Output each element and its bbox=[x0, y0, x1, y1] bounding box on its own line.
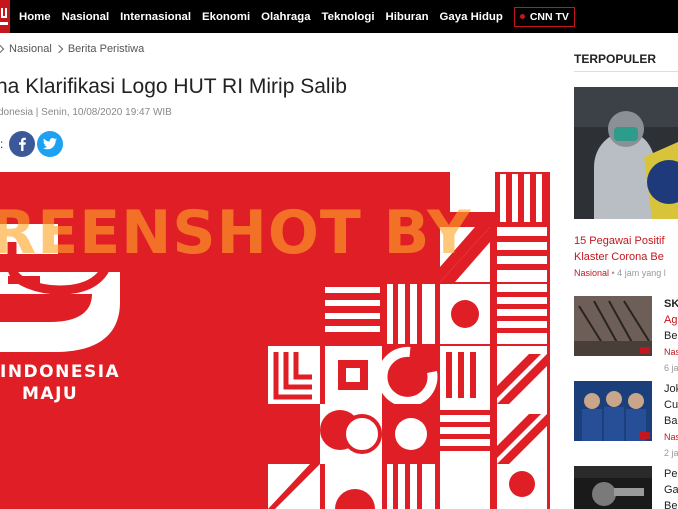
cnn-badge-icon bbox=[640, 432, 650, 439]
nav-item-internasional[interactable]: Internasional bbox=[120, 11, 191, 23]
hut-ri-75-logo-artwork: INDONESIA MAJU bbox=[0, 172, 547, 509]
popular-item-title-line1: Pe bbox=[664, 468, 678, 480]
popular-item-title-line2: Ga bbox=[664, 484, 678, 496]
logo-75-mark bbox=[0, 223, 120, 352]
popular-item-title-line3: Ba bbox=[664, 415, 678, 427]
top-story-title-line1: 15 Pegawai Positif bbox=[574, 235, 665, 247]
sidebar-divider bbox=[574, 71, 678, 72]
nav-item-ekonomi[interactable]: Ekonomi bbox=[202, 11, 250, 23]
popular-item[interactable]: Jok Cu Ba Nas 2 ja bbox=[574, 381, 678, 458]
top-story-time: • 4 jam yang l bbox=[609, 268, 666, 278]
nav-item-teknologi[interactable]: Teknologi bbox=[322, 11, 375, 23]
cnn-badge-icon bbox=[640, 347, 650, 354]
nav-item-home[interactable]: Home bbox=[19, 11, 51, 23]
popular-item-category[interactable]: Nas bbox=[664, 344, 678, 360]
twitter-share-button[interactable] bbox=[37, 131, 64, 157]
popular-item-title-line1: SK bbox=[664, 298, 678, 310]
live-dot-icon bbox=[519, 14, 525, 19]
popular-item-time: 2 ja bbox=[664, 448, 678, 458]
hazmat-worker-photo bbox=[574, 87, 678, 219]
popular-item-category[interactable]: Nas bbox=[664, 429, 678, 445]
nav-item-olahraga[interactable]: Olahraga bbox=[261, 11, 310, 23]
popular-item-title-line2: Cu bbox=[664, 399, 678, 411]
facebook-share-button[interactable] bbox=[9, 131, 36, 157]
nav-item-hiburan[interactable]: Hiburan bbox=[386, 11, 429, 23]
share-bar: : bbox=[0, 131, 65, 157]
logo-text-line1: INDONESIA bbox=[0, 362, 120, 382]
popular-item-title-line3: Be bbox=[664, 500, 678, 509]
popular-item[interactable]: Pe Ga Be bbox=[574, 466, 678, 509]
top-story-title-line2: Klaster Corona Be bbox=[574, 251, 664, 263]
top-navigation-bar: Home Nasional Internasional Ekonomi Olah… bbox=[0, 0, 678, 33]
popular-item-text: SK Ag Be Nas 6 ja bbox=[664, 296, 678, 376]
popular-item-thumbnail bbox=[574, 466, 652, 509]
article-meta: donesia | Senin, 10/08/2020 19:47 WIB bbox=[0, 107, 172, 118]
nav-menu: Home Nasional Internasional Ekonomi Olah… bbox=[19, 6, 575, 27]
nav-item-gaya-hidup[interactable]: Gaya Hidup bbox=[440, 11, 503, 23]
popular-item-time: 6 ja bbox=[664, 363, 678, 373]
breadcrumb: Nasional Berita Peristiwa bbox=[0, 43, 144, 55]
chevron-right-icon bbox=[54, 44, 64, 54]
popular-item-text: Pe Ga Be bbox=[664, 466, 678, 509]
facebook-icon bbox=[19, 137, 27, 151]
popular-item[interactable]: SK Ag Be Nas 6 ja bbox=[574, 296, 678, 373]
popular-item-thumbnail bbox=[574, 296, 652, 356]
popular-item-title-line1: Jok bbox=[664, 383, 678, 395]
top-story-meta: Nasional • 4 jam yang l bbox=[574, 268, 678, 278]
top-story-category[interactable]: Nasional bbox=[574, 268, 609, 278]
top-story-image[interactable] bbox=[574, 87, 678, 219]
cnn-tv-button[interactable]: CNN TV bbox=[513, 6, 575, 27]
share-label: : bbox=[0, 137, 4, 151]
twitter-icon bbox=[43, 138, 58, 150]
article-title: na Klarifikasi Logo HUT RI Mirip Salib bbox=[0, 75, 347, 98]
geometric-pattern bbox=[268, 172, 547, 509]
popular-item-title-line3: Be bbox=[664, 330, 678, 342]
breadcrumb-item-nasional[interactable]: Nasional bbox=[9, 43, 52, 55]
popular-item-thumbnail bbox=[574, 381, 652, 441]
logo-text-line2: MAJU bbox=[22, 384, 78, 404]
cnn-tv-label: CNN TV bbox=[529, 10, 569, 23]
popular-item-text: Jok Cu Ba Nas 2 ja bbox=[664, 381, 678, 461]
top-story-title[interactable]: 15 Pegawai Positif Klaster Corona Be bbox=[574, 233, 678, 265]
nav-item-nasional[interactable]: Nasional bbox=[62, 11, 109, 23]
breadcrumb-item-berita-peristiwa[interactable]: Berita Peristiwa bbox=[68, 43, 144, 55]
chevron-right-icon bbox=[0, 44, 5, 54]
cnn-logo-icon[interactable] bbox=[0, 0, 10, 33]
article-hero-image: INDONESIA MAJU bbox=[0, 172, 550, 509]
sidebar-heading: TERPOPULER bbox=[574, 52, 657, 66]
popular-item-title-line2: Ag bbox=[664, 314, 678, 326]
